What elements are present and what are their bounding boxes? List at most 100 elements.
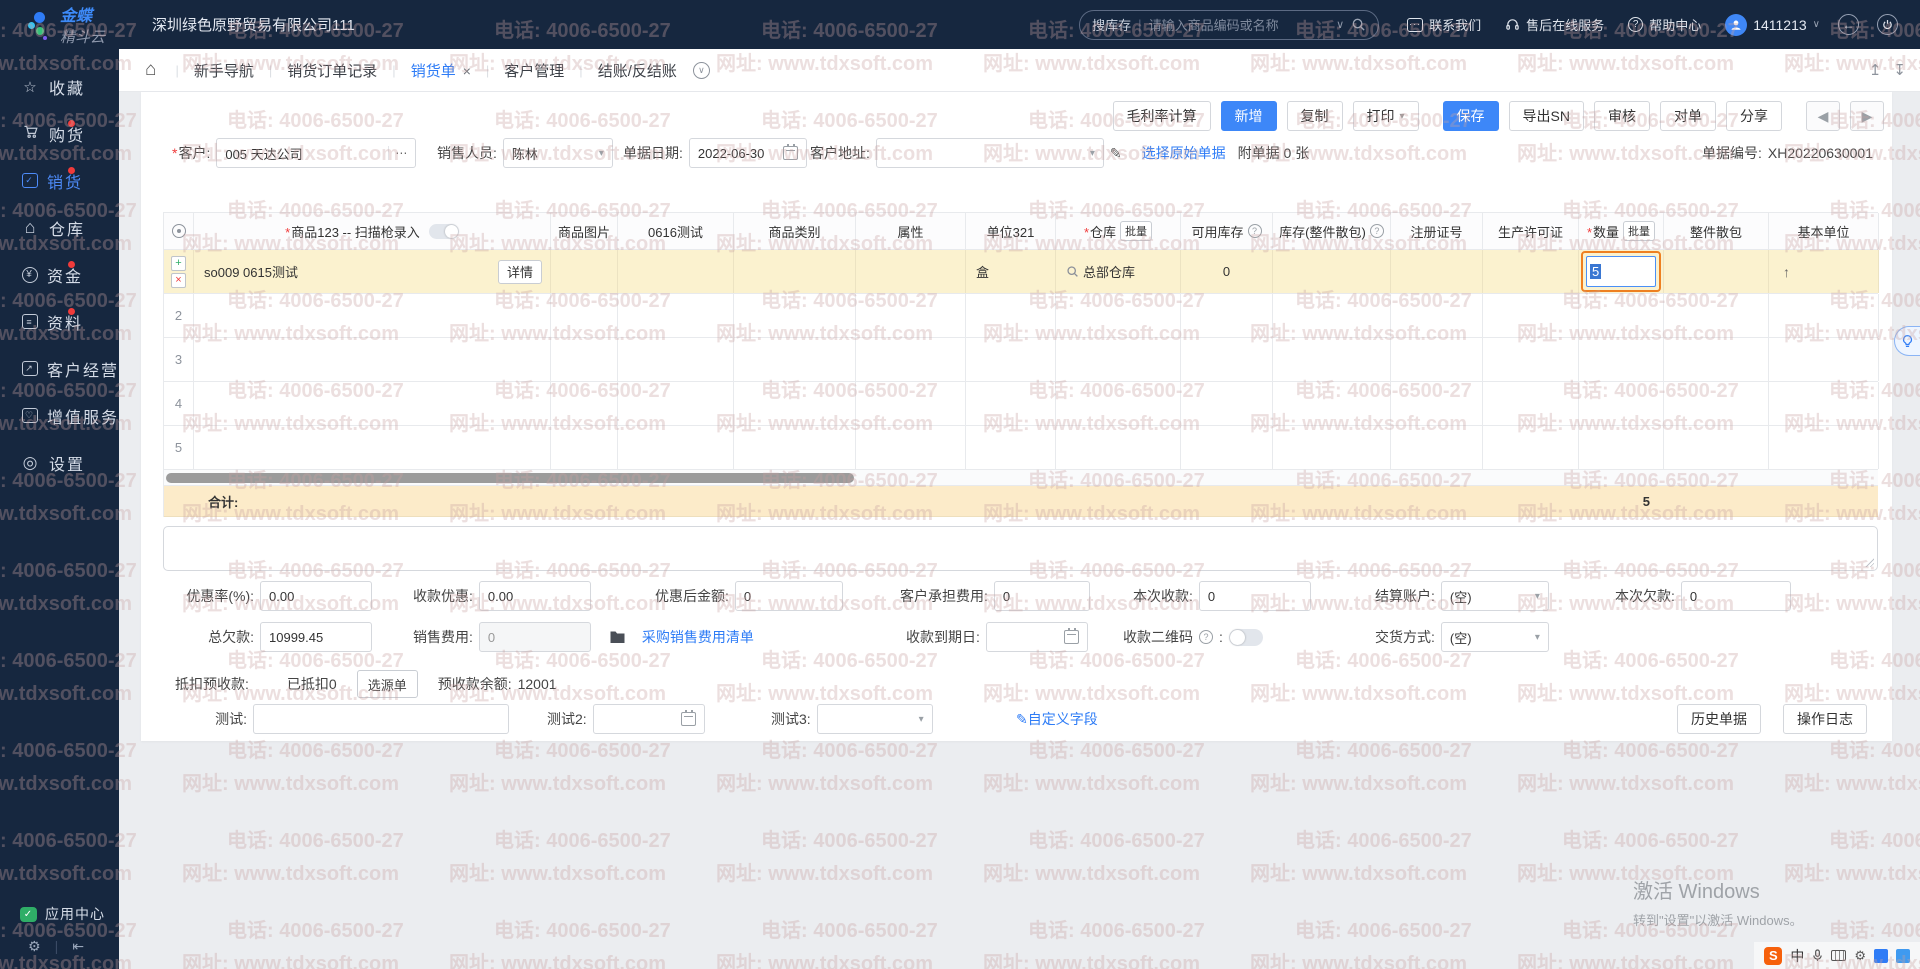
table-cell[interactable] [1483, 426, 1579, 469]
add-new-button[interactable]: 新增 [1221, 101, 1277, 131]
warehouse-search-icon[interactable] [1066, 265, 1079, 278]
customer-fee-field[interactable]: 0 [994, 581, 1090, 611]
table-cell[interactable] [551, 338, 618, 381]
cell-base-unit[interactable]: ↑ [1769, 250, 1879, 293]
cell-warehouse[interactable]: 总部仓库 [1083, 262, 1135, 281]
sidebar-item-data[interactable]: ≡资料 [0, 298, 119, 345]
table-cell[interactable] [1579, 294, 1664, 337]
scrollbar-thumb[interactable] [166, 473, 854, 483]
sidebar-item-value-added[interactable]: ♡增值服务 [0, 392, 119, 439]
current-collection-field[interactable]: 0 [1199, 581, 1311, 611]
table-cell[interactable] [734, 382, 856, 425]
brand-logo[interactable]: 金蝶精斗云 [26, 2, 122, 47]
next-bill-button[interactable]: ▶ [1850, 101, 1884, 131]
search-category[interactable]: 搜库存 [1092, 15, 1131, 34]
table-cell[interactable] [1273, 382, 1391, 425]
home-icon[interactable]: ⌂ [145, 59, 156, 81]
microphone-icon[interactable] [1812, 949, 1823, 962]
table-cell[interactable] [551, 294, 618, 337]
attachment-count[interactable]: 附单据 0 张 [1238, 143, 1310, 163]
after-sales-link[interactable]: 售后在线服务 [1505, 15, 1604, 34]
table-cell[interactable] [1664, 426, 1769, 469]
check-bill-button[interactable]: 对单 [1660, 101, 1716, 131]
cell-stock-pack[interactable] [1273, 250, 1391, 293]
table-cell[interactable] [1391, 382, 1483, 425]
user-menu[interactable]: 1411213 ∨ [1725, 14, 1820, 36]
share-button[interactable]: 分享 [1726, 101, 1782, 131]
cell-product-image[interactable] [551, 250, 618, 293]
table-cell[interactable] [1483, 294, 1579, 337]
save-button[interactable]: 保存 [1443, 101, 1499, 131]
table-cell[interactable] [734, 294, 856, 337]
table-cell[interactable] [1391, 426, 1483, 469]
contact-us-link[interactable]: ···联系我们 [1407, 15, 1481, 34]
custom-field-link[interactable]: ✎自定义字段 [1016, 709, 1098, 729]
detail-button[interactable]: 详情 [498, 260, 542, 284]
app-center-button[interactable]: ✓应用中心 [0, 897, 119, 931]
table-cell[interactable] [1181, 382, 1273, 425]
ime-mode-chinese[interactable]: 中 [1790, 946, 1804, 966]
tab-closing[interactable]: 结账/反结账 [598, 60, 677, 81]
sidebar-item-funds[interactable]: ¥资金 [0, 251, 119, 298]
cell-production-license[interactable] [1483, 250, 1579, 293]
table-cell[interactable] [1391, 338, 1483, 381]
tab-newbie-guide[interactable]: 新手导航 [194, 60, 254, 81]
discount-rate-field[interactable]: 0.00 [260, 581, 372, 611]
customer-lookup-icon[interactable]: ⋯ [388, 146, 407, 160]
table-cell[interactable] [1273, 426, 1391, 469]
keyboard-icon[interactable] [1831, 950, 1846, 961]
table-cell[interactable] [1391, 294, 1483, 337]
table-cell[interactable] [1056, 294, 1181, 337]
expense-list-link[interactable]: 采购销售费用清单 [642, 627, 754, 647]
select-source-button[interactable]: 选源单 [357, 670, 418, 698]
cell-registration-no[interactable] [1391, 250, 1483, 293]
sidebar-item-warehouse[interactable]: ⌂仓库 [0, 204, 119, 251]
due-date-field[interactable] [986, 622, 1088, 652]
sidebar-item-favorites[interactable]: ☆收藏 [0, 63, 119, 110]
quantity-batch-button[interactable]: 批量 [1623, 221, 1655, 241]
table-cell[interactable] [618, 426, 734, 469]
operation-log-button[interactable]: 操作日志 [1783, 704, 1867, 734]
taskbar-app-icon[interactable] [1874, 949, 1888, 963]
cell-unit[interactable]: 盒 [966, 250, 1056, 293]
back-button[interactable]: ← [1838, 14, 1859, 35]
quantity-input[interactable]: 5 [1586, 256, 1656, 287]
test2-field[interactable] [593, 704, 705, 734]
tab-sales-bill[interactable]: 销货单× [411, 60, 471, 81]
table-cell[interactable] [1664, 338, 1769, 381]
table-cell[interactable] [1273, 338, 1391, 381]
table-cell[interactable] [856, 382, 966, 425]
tips-bulb-button[interactable] [1894, 326, 1920, 356]
table-cell[interactable] [551, 426, 618, 469]
resize-handle[interactable] [1864, 557, 1874, 567]
table-cell[interactable] [618, 294, 734, 337]
cell-0616-test[interactable] [618, 250, 734, 293]
pin-down-icon[interactable]: ↧ [1893, 61, 1906, 79]
cell-attribute[interactable] [856, 250, 966, 293]
calendar-icon[interactable] [783, 146, 798, 160]
help-icon[interactable] [1370, 224, 1384, 238]
close-tab-icon[interactable]: × [463, 63, 471, 79]
inventory-search-input[interactable]: 搜库存 | 请输入商品编码或名称 ∨ [1079, 10, 1379, 40]
product-name[interactable]: so009 0615测试 [204, 262, 298, 281]
cell-whole-pack[interactable] [1664, 250, 1769, 293]
table-cell[interactable] [1664, 382, 1769, 425]
table-cell[interactable] [551, 382, 618, 425]
gross-margin-button[interactable]: 毛利率计算 [1113, 101, 1211, 131]
up-arrow-icon[interactable]: ↑ [1783, 264, 1790, 280]
export-sn-button[interactable]: 导出SN [1509, 101, 1584, 131]
table-cell[interactable] [856, 338, 966, 381]
table-cell[interactable] [194, 294, 551, 337]
history-bills-button[interactable]: 历史单据 [1677, 704, 1761, 734]
calendar-icon[interactable] [1064, 630, 1079, 644]
help-icon[interactable] [1248, 224, 1262, 238]
cell-category[interactable] [734, 250, 856, 293]
folder-icon[interactable] [609, 630, 626, 644]
print-button[interactable]: 打印▾ [1353, 101, 1419, 131]
table-cell[interactable] [194, 382, 551, 425]
scan-gun-toggle[interactable] [429, 224, 459, 239]
table-cell[interactable] [1181, 338, 1273, 381]
table-cell[interactable] [1769, 338, 1879, 381]
select-source-bill-link[interactable]: 选择原始单据 [1142, 143, 1226, 163]
tab-customer-management[interactable]: 客户管理 [504, 60, 564, 81]
